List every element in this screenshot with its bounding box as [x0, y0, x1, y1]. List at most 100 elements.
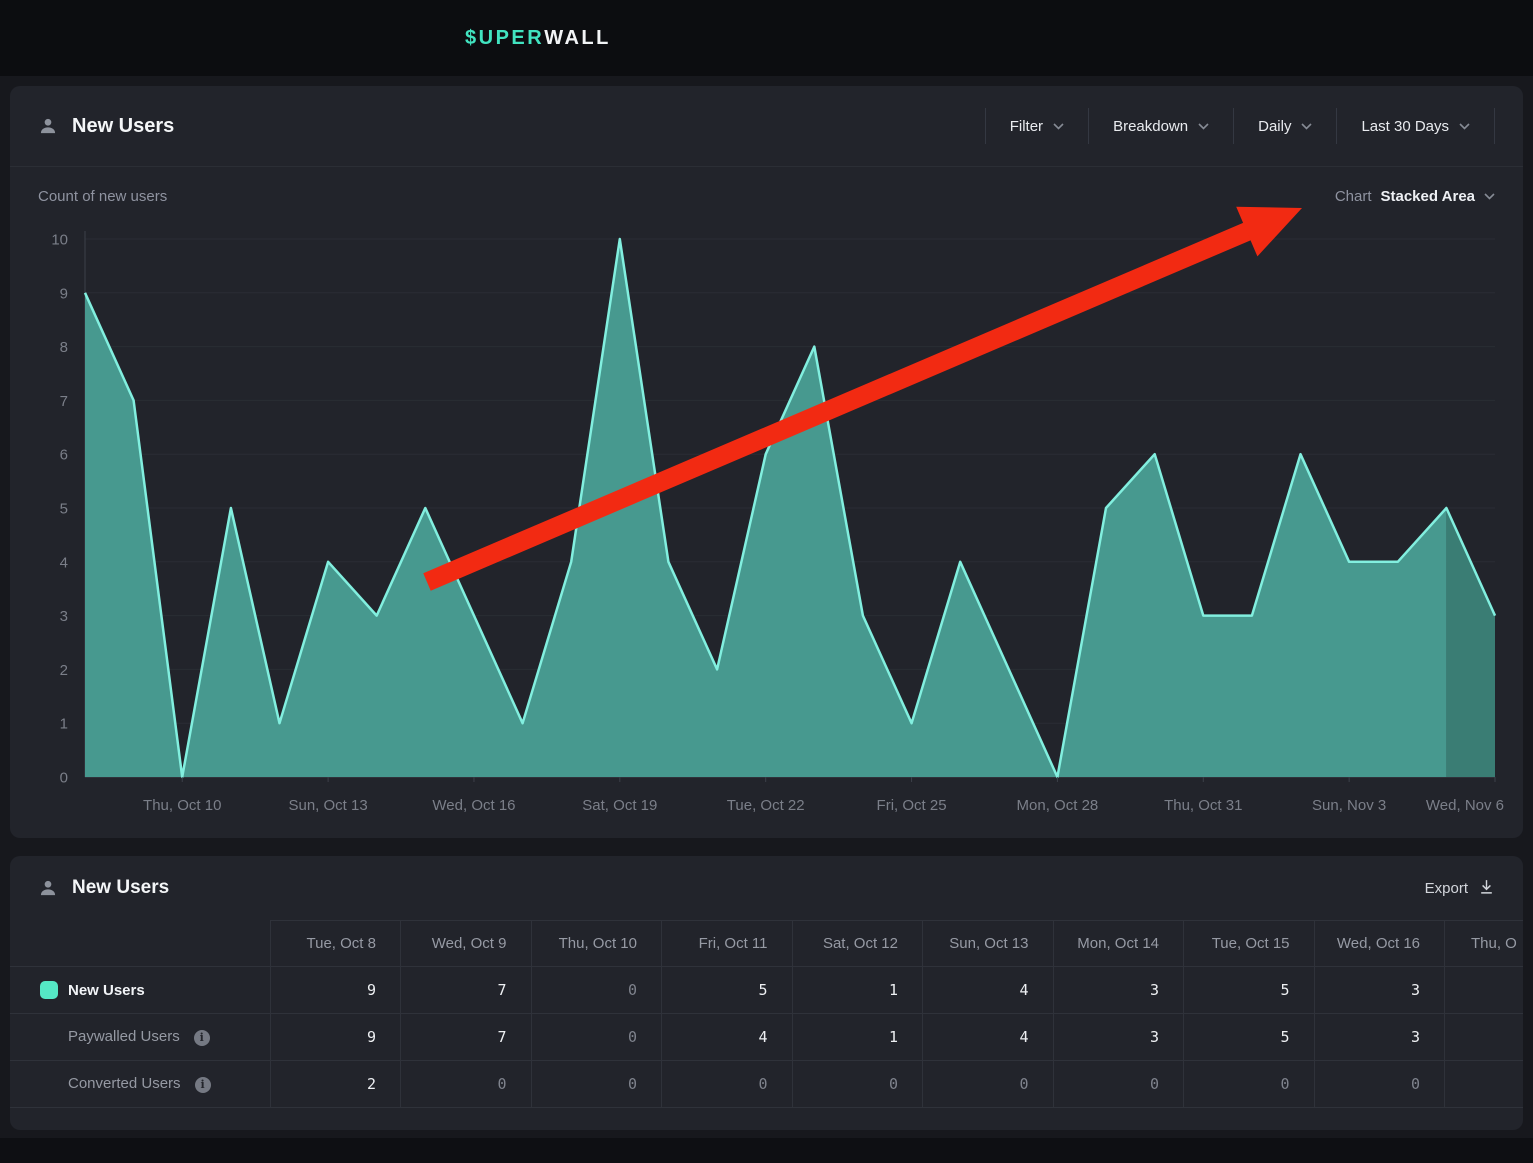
- chart-subtitle: Count of new users: [38, 180, 167, 212]
- cell: 9: [270, 967, 401, 1014]
- column-header: Mon, Oct 14: [1053, 921, 1184, 967]
- column-header: Fri, Oct 11: [662, 921, 793, 967]
- metrics-table: Tue, Oct 8 Wed, Oct 9 Thu, Oct 10 Fri, O…: [10, 920, 1523, 1108]
- cell: 0: [1184, 1061, 1315, 1108]
- table-card-header: New Users Export: [10, 856, 1523, 920]
- logo-prefix: $UPER: [465, 27, 544, 50]
- chart-type-label: Chart: [1335, 188, 1372, 205]
- x-axis-label: Tue, Oct 22: [727, 797, 805, 814]
- column-header: Tue, Oct 15: [1184, 921, 1315, 967]
- column-header: Sat, Oct 12: [792, 921, 923, 967]
- interval-dropdown[interactable]: Daily: [1233, 108, 1336, 144]
- series-line: [85, 239, 1495, 777]
- series-swatch: [40, 981, 58, 999]
- x-axis-label: Wed, Oct 16: [432, 797, 515, 814]
- row-label-paywalled-users: Paywalled Usersi: [10, 1014, 270, 1061]
- chart-card-title: New Users: [72, 115, 174, 138]
- chevron-down-icon: [1484, 193, 1495, 200]
- y-axis-label: 5: [60, 501, 68, 518]
- chart-type-value: Stacked Area: [1381, 188, 1476, 205]
- column-header: Tue, Oct 8: [270, 921, 401, 967]
- annotation-arrow-head: [1236, 207, 1302, 257]
- table-row: New Users 9 7 0 5 1 4 3 5 3: [10, 967, 1523, 1014]
- x-axis-label: Sat, Oct 19: [582, 797, 657, 814]
- export-button[interactable]: Export: [1425, 878, 1495, 899]
- user-icon: [38, 116, 58, 136]
- breakdown-dropdown[interactable]: Breakdown: [1088, 108, 1233, 144]
- cell: 9: [270, 1014, 401, 1061]
- cell: [1445, 1014, 1524, 1061]
- cell: 0: [923, 1061, 1054, 1108]
- cell: 0: [531, 1061, 662, 1108]
- new-users-table-card: New Users Export Tue, Oct 8 Wed, Oct 9 T…: [10, 856, 1523, 1130]
- topbar: $UPERWALL: [0, 0, 1533, 76]
- new-users-chart-card: New Users Filter Breakdown Daily Last 30…: [10, 86, 1523, 838]
- table-row: Paywalled Usersi 9 7 0 4 1 4 3 5 3: [10, 1014, 1523, 1061]
- cell: 3: [1053, 1014, 1184, 1061]
- cell: 0: [1314, 1061, 1445, 1108]
- cell: 0: [1053, 1061, 1184, 1108]
- interval-label: Daily: [1258, 118, 1291, 135]
- cell: 4: [662, 1014, 793, 1061]
- cell: 3: [1314, 967, 1445, 1014]
- cell: 0: [792, 1061, 923, 1108]
- table-header-row: Tue, Oct 8 Wed, Oct 9 Thu, Oct 10 Fri, O…: [10, 921, 1523, 967]
- stacked-area-chart: 012345678910Thu, Oct 10Sun, Oct 13Wed, O…: [10, 86, 1523, 838]
- y-axis-label: 10: [51, 232, 68, 249]
- cell: 4: [923, 1014, 1054, 1061]
- chevron-down-icon: [1198, 123, 1209, 130]
- chart-card-header: New Users Filter Breakdown Daily Last 30…: [10, 86, 1523, 167]
- download-icon: [1478, 878, 1495, 899]
- filter-dropdown[interactable]: Filter: [985, 108, 1088, 144]
- x-axis-label: Thu, Oct 31: [1164, 797, 1242, 814]
- row-label-new-users: New Users: [10, 967, 270, 1014]
- area-fill: [85, 239, 1446, 777]
- filter-label: Filter: [1010, 118, 1043, 135]
- y-axis-label: 2: [60, 662, 68, 679]
- cell: 0: [401, 1061, 532, 1108]
- user-icon: [38, 878, 58, 898]
- column-header: Wed, Oct 16: [1314, 921, 1445, 967]
- x-axis-label: Sun, Oct 13: [288, 797, 367, 814]
- cell: 5: [1184, 967, 1315, 1014]
- column-header: Thu, O: [1445, 921, 1524, 967]
- chevron-down-icon: [1459, 123, 1470, 130]
- cell: 4: [923, 967, 1054, 1014]
- x-axis-label: Fri, Oct 25: [877, 797, 947, 814]
- superwall-logo: $UPERWALL: [465, 0, 611, 76]
- chevron-down-icon: [1053, 123, 1064, 130]
- cell: 7: [401, 1014, 532, 1061]
- cell: 2: [270, 1061, 401, 1108]
- cell: 0: [531, 967, 662, 1014]
- y-axis-label: 4: [60, 554, 68, 571]
- cell: 7: [401, 967, 532, 1014]
- info-icon[interactable]: i: [195, 1077, 211, 1093]
- date-range-label: Last 30 Days: [1361, 118, 1449, 135]
- cell: 5: [1184, 1014, 1315, 1061]
- x-axis-label: Thu, Oct 10: [143, 797, 221, 814]
- x-axis-label: Sun, Nov 3: [1312, 797, 1386, 814]
- y-axis-label: 7: [60, 393, 68, 410]
- cell: 0: [531, 1014, 662, 1061]
- table-row: Converted Usersi 2 0 0 0 0 0 0 0 0: [10, 1061, 1523, 1108]
- column-header: Sun, Oct 13: [923, 921, 1054, 967]
- logo-suffix: WALL: [544, 27, 611, 50]
- info-icon[interactable]: i: [194, 1030, 210, 1046]
- breakdown-label: Breakdown: [1113, 118, 1188, 135]
- corner-cell: [10, 921, 270, 967]
- date-range-dropdown[interactable]: Last 30 Days: [1336, 108, 1494, 144]
- cell: 1: [792, 967, 923, 1014]
- y-axis-label: 8: [60, 339, 68, 356]
- x-axis-label: Wed, Nov 6: [1426, 797, 1504, 814]
- chart-type-dropdown[interactable]: Chart Stacked Area: [1335, 180, 1495, 212]
- row-label-converted-users: Converted Usersi: [10, 1061, 270, 1108]
- annotation-arrow-shaft: [427, 229, 1252, 582]
- x-axis-label: Mon, Oct 28: [1017, 797, 1099, 814]
- area-fill-incomplete: [1446, 508, 1495, 777]
- column-header: Thu, Oct 10: [531, 921, 662, 967]
- export-label: Export: [1425, 880, 1468, 897]
- y-axis-label: 3: [60, 608, 68, 625]
- cell: 1: [792, 1014, 923, 1061]
- cell: 0: [662, 1061, 793, 1108]
- chart-controls: Filter Breakdown Daily Last 30 Days: [985, 108, 1495, 144]
